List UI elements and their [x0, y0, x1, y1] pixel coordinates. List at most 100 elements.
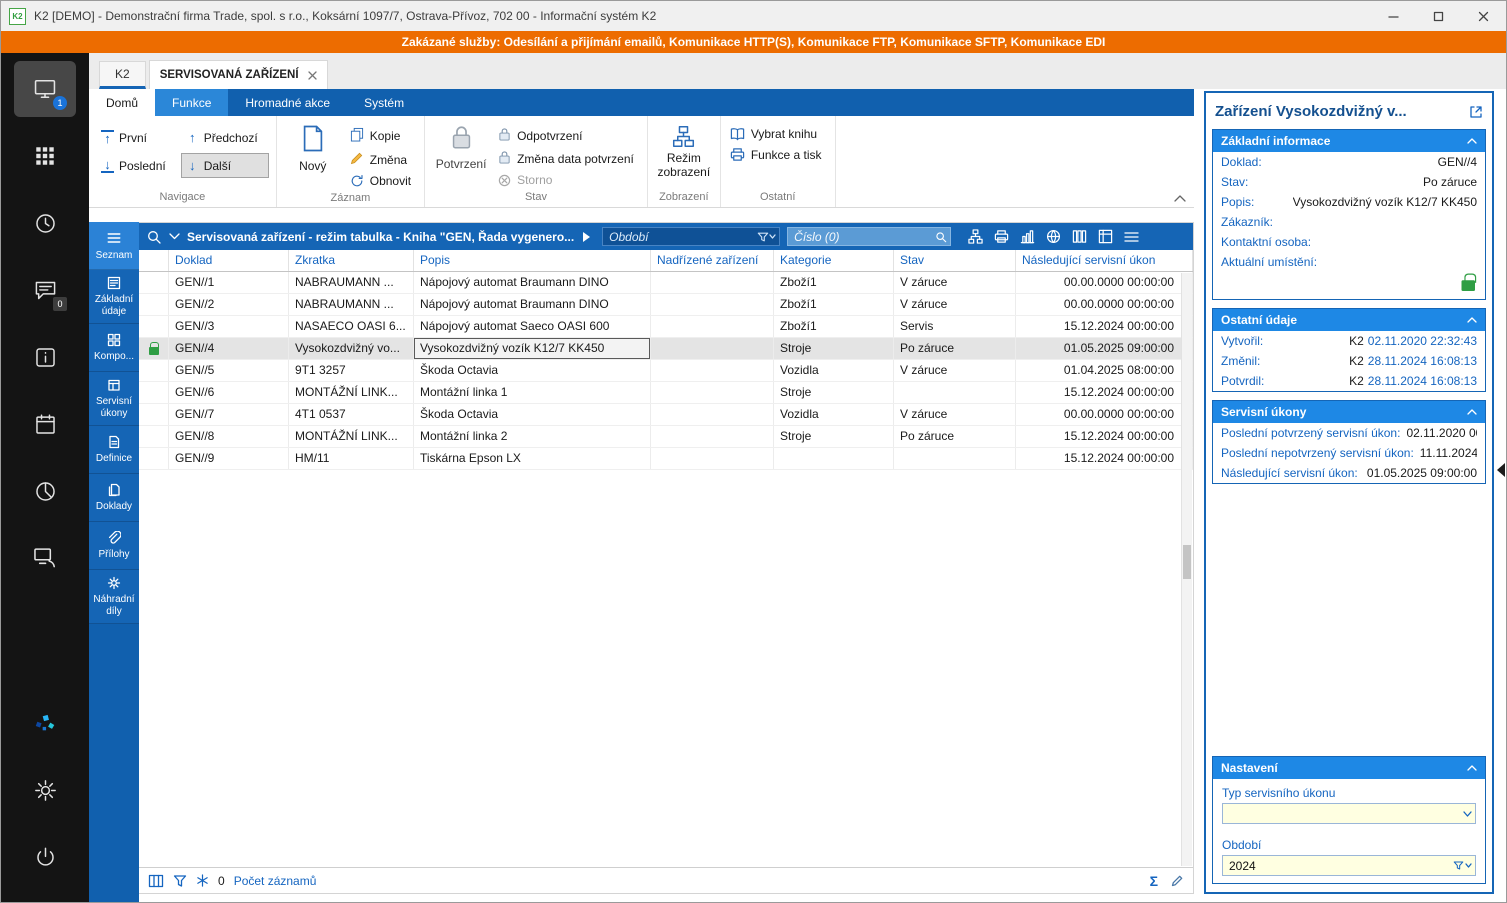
cell-nadrizene[interactable] — [651, 272, 774, 293]
cell-ukon[interactable]: 01.05.2025 09:00:00 — [1016, 338, 1193, 359]
cell-stav[interactable]: Po záruce — [894, 338, 1016, 359]
first-record-button[interactable]: ↑První — [96, 125, 177, 150]
subnav-zakladni-udaje[interactable]: Základní údaje — [89, 270, 139, 324]
panel-collapse-handle[interactable] — [1490, 463, 1505, 477]
column-stav[interactable]: Stav — [894, 250, 1016, 271]
print-icon[interactable] — [994, 229, 1009, 244]
cell-doklad[interactable]: GEN//8 — [169, 426, 289, 447]
subnav-seznam[interactable]: Seznam — [89, 222, 139, 270]
cell-zkratka[interactable]: 4T1 0537 — [289, 404, 414, 425]
history-button[interactable] — [14, 195, 76, 251]
cell-doklad[interactable]: GEN//4 — [169, 338, 289, 359]
cell-zkratka[interactable]: MONTÁŽNÍ LINK... — [289, 426, 414, 447]
cell-stav[interactable] — [894, 448, 1016, 469]
section-header-servisni[interactable]: Servisní úkony — [1213, 401, 1485, 423]
open-detail-icon[interactable] — [1469, 105, 1483, 119]
cell-doklad[interactable]: GEN//6 — [169, 382, 289, 403]
section-header-nastaveni[interactable]: Nastavení — [1213, 757, 1485, 779]
cell-popis[interactable]: Tiskárna Epson LX — [414, 448, 651, 469]
reports-button[interactable] — [14, 463, 76, 519]
menu-icon[interactable] — [1124, 231, 1139, 243]
cell-ukon[interactable]: 15.12.2024 00:00:00 — [1016, 448, 1193, 469]
refresh-button[interactable]: Obnovit — [348, 173, 417, 189]
cell-stav[interactable]: V záruce — [894, 272, 1016, 293]
table-row[interactable]: GEN//8 MONTÁŽNÍ LINK... Montážní linka 2… — [139, 426, 1193, 448]
column-zkratka[interactable]: Zkratka — [289, 250, 414, 271]
cell-stav[interactable] — [894, 382, 1016, 403]
cell-nadrizene[interactable] — [651, 426, 774, 447]
previous-record-button[interactable]: ↑Předchozí — [181, 125, 269, 150]
table-row[interactable]: GEN//7 4T1 0537 Škoda Octavia Vozidla V … — [139, 404, 1193, 426]
subnav-servisni-ukony[interactable]: Servisní úkony — [89, 372, 139, 426]
subnav-komponenty[interactable]: Kompo... — [89, 324, 139, 372]
maximize-button[interactable] — [1416, 1, 1461, 31]
cell-stav[interactable]: V záruce — [894, 360, 1016, 381]
hierarchy-view-icon[interactable] — [968, 229, 983, 244]
calendar-button[interactable] — [14, 396, 76, 452]
column-popis[interactable]: Popis — [414, 250, 651, 271]
cell-doklad[interactable]: GEN//1 — [169, 272, 289, 293]
cell-popis[interactable]: Montážní linka 2 — [414, 426, 651, 447]
workstation-button[interactable]: 1 — [14, 61, 76, 117]
subnav-prilohy[interactable]: Přílohy — [89, 522, 139, 570]
cell-popis[interactable]: Nápojový automat Braumann DINO — [414, 272, 651, 293]
menu-hromadne-akce[interactable]: Hromadné akce — [228, 89, 347, 116]
column-kategorie[interactable]: Kategorie — [774, 250, 894, 271]
cell-kategorie[interactable]: Vozidla — [774, 404, 894, 425]
cell-popis[interactable]: Nápojový automat Saeco OASI 600 — [414, 316, 651, 337]
cell-ukon[interactable]: 00.00.0000 00:00:00 — [1016, 294, 1193, 315]
cell-nadrizene[interactable] — [651, 338, 774, 359]
cell-doklad[interactable]: GEN//9 — [169, 448, 289, 469]
collapse-chevron-icon[interactable] — [1467, 317, 1477, 323]
cell-doklad[interactable]: GEN//3 — [169, 316, 289, 337]
cell-stav[interactable]: V záruce — [894, 294, 1016, 315]
functions-print-button[interactable]: Funkce a tisk — [728, 146, 828, 163]
table-row[interactable]: GEN//1 NABRAUMANN ... Nápojový automat B… — [139, 272, 1193, 294]
column-nadrizene-zarizeni[interactable]: Nadřízené zařízení — [651, 250, 774, 271]
cell-zkratka[interactable]: NASAECO OASI 6... — [289, 316, 414, 337]
cell-kategorie[interactable]: Stroje — [774, 426, 894, 447]
new-record-button[interactable]: Nový — [284, 119, 342, 174]
cell-nadrizene[interactable] — [651, 382, 774, 403]
remote-support-button[interactable] — [14, 530, 76, 586]
menu-domu[interactable]: Domů — [89, 89, 155, 116]
collapse-chevron-icon[interactable] — [1467, 765, 1477, 771]
column-doklad[interactable]: Doklad — [169, 250, 289, 271]
sum-icon[interactable]: Σ — [1150, 873, 1158, 889]
cell-kategorie[interactable]: Zboží1 — [774, 272, 894, 293]
cell-kategorie[interactable]: Zboží1 — [774, 294, 894, 315]
edit-icon[interactable] — [1170, 874, 1184, 888]
next-record-button[interactable]: ↓Další — [181, 153, 269, 178]
cell-stav[interactable]: Servis — [894, 316, 1016, 337]
whats-new-button[interactable] — [14, 695, 76, 751]
info-button[interactable] — [14, 329, 76, 385]
subnav-doklady[interactable]: Doklady — [89, 474, 139, 522]
cell-nadrizene[interactable] — [651, 404, 774, 425]
cell-ukon[interactable]: 01.04.2025 08:00:00 — [1016, 360, 1193, 381]
cell-nadrizene[interactable] — [651, 316, 774, 337]
tab-close-icon[interactable] — [308, 71, 317, 80]
change-button[interactable]: Změna — [348, 150, 417, 169]
subnav-nahradni-dily[interactable]: Náhradní díly — [89, 570, 139, 624]
cell-zkratka[interactable]: NABRAUMANN ... — [289, 294, 414, 315]
column-nasledujici-servisni-ukon[interactable]: Následující servisní úkon — [1016, 250, 1193, 271]
select-book-button[interactable]: Vybrat knihu — [728, 126, 828, 142]
change-confirm-date-button[interactable]: Změna data potvrzení — [496, 149, 640, 168]
scrollbar-thumb[interactable] — [1183, 545, 1191, 579]
cell-doklad[interactable]: GEN//7 — [169, 404, 289, 425]
cell-doklad[interactable]: GEN//5 — [169, 360, 289, 381]
browse-search-icon[interactable] — [146, 229, 162, 245]
collapse-chevron-icon[interactable] — [1467, 138, 1477, 144]
section-header-zakladni[interactable]: Základní informace — [1213, 130, 1485, 152]
minimize-button[interactable] — [1371, 1, 1416, 31]
tab-k2[interactable]: K2 — [99, 61, 146, 89]
vertical-scrollbar[interactable] — [1181, 273, 1192, 866]
service-task-type-select[interactable] — [1222, 803, 1476, 824]
modules-button[interactable] — [14, 128, 76, 184]
search-submit-icon[interactable] — [935, 231, 947, 243]
tab-servisovana-zarizeni[interactable]: SERVISOVANÁ ZAŘÍZENÍ — [149, 60, 328, 89]
cell-nadrizene[interactable] — [651, 448, 774, 469]
unconfirm-button[interactable]: Odpotvrzení — [496, 126, 640, 145]
menu-funkce[interactable]: Funkce — [155, 89, 228, 116]
cell-nadrizene[interactable] — [651, 360, 774, 381]
